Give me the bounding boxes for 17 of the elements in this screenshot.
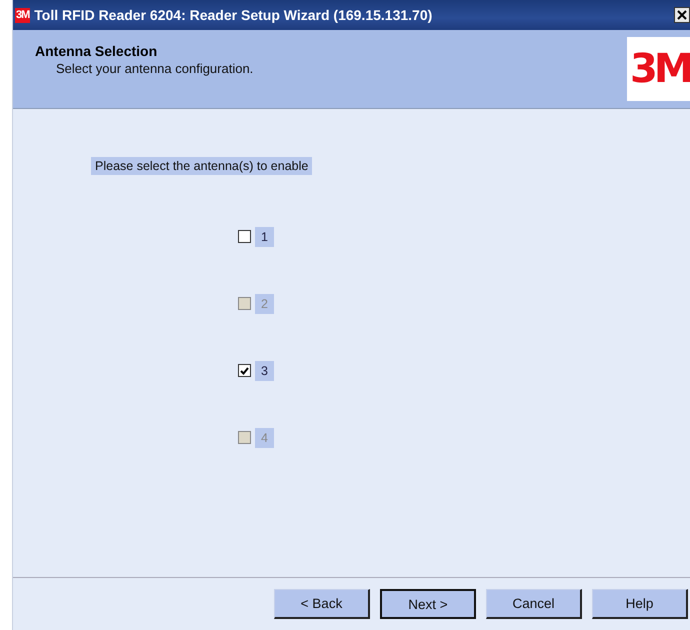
page-title: Antenna Selection [35, 43, 158, 59]
instruction-label: Please select the antenna(s) to enable [91, 157, 312, 175]
page-subtitle: Select your antenna configuration. [55, 61, 254, 76]
antenna-checkbox[interactable] [238, 230, 251, 243]
close-button[interactable] [674, 7, 690, 23]
antenna-label: 2 [255, 294, 274, 314]
wizard-button[interactable]: Cancel [486, 589, 582, 619]
window-title: Toll RFID Reader 6204: Reader Setup Wizard (169.15.131.70) [34, 7, 434, 23]
wizard-button[interactable]: Help [592, 589, 688, 619]
antenna-label: 4 [255, 428, 274, 448]
brand-logo: 3M [627, 37, 690, 101]
antenna-checkbox[interactable] [238, 364, 251, 377]
app-logo: 3M [15, 8, 30, 22]
wizard-button[interactable]: Next > [380, 589, 476, 619]
antenna-label: 3 [255, 360, 274, 380]
wizard-button[interactable]: < Back [274, 589, 370, 619]
antenna-label: 1 [255, 226, 274, 246]
